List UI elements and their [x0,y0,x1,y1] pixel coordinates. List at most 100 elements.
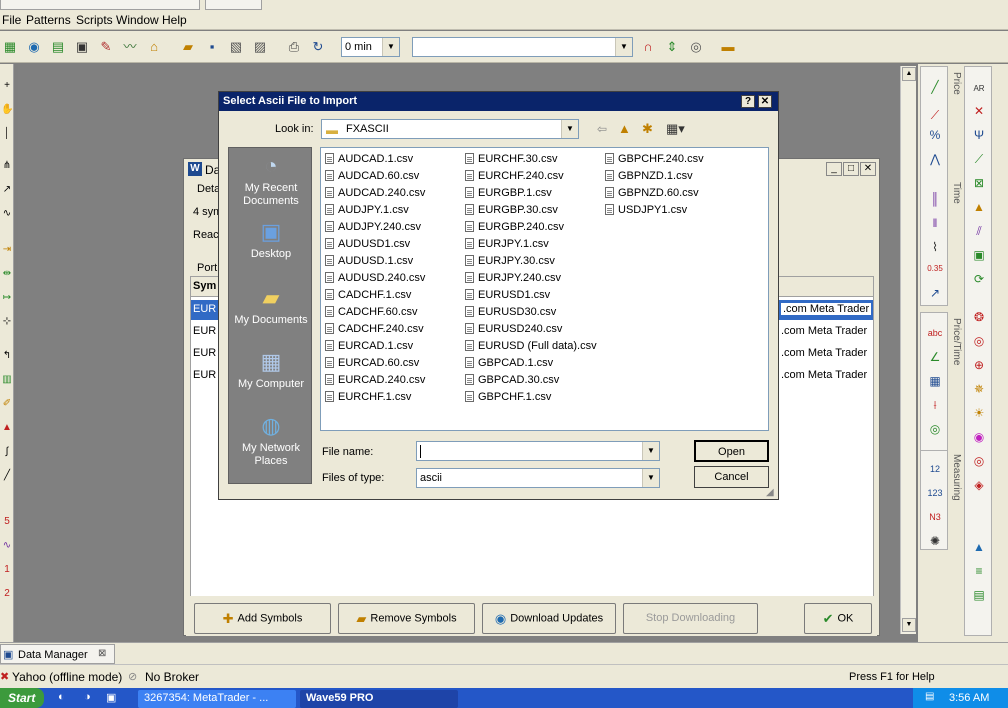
arrow-tool-icon[interactable]: ↦ [1,292,13,303]
menu-window[interactable]: Window [116,13,159,27]
pencil-icon[interactable]: ✐ [1,398,13,409]
tab-main[interactable] [0,0,200,10]
file-item[interactable]: EURCHF.240.csv [465,169,564,184]
ratio-icon[interactable]: 0.35 [926,260,944,278]
file-item[interactable]: EURUSD (Full data).csv [465,339,597,354]
file-type-select[interactable]: ascii ▼ [416,468,660,488]
file-item[interactable]: AUDCAD.240.csv [325,186,425,201]
print-preview-icon[interactable]: ▧ [228,39,244,55]
box-icon[interactable]: ▦ [926,372,944,390]
open-button[interactable]: Open [694,440,769,462]
vertical-arrows-icon[interactable]: ⇕ [664,39,680,55]
file-item[interactable]: CADCHF.240.csv [325,322,424,337]
cycle-lines-icon[interactable]: ⟳ [970,270,988,288]
chevron-down-icon[interactable]: ▼ [642,469,659,487]
minimize-icon[interactable]: _ [826,162,842,176]
menu-help[interactable]: Help [162,13,187,27]
workspace-scrollbar[interactable]: ▲ ▼ [900,66,916,634]
place-my-computer[interactable]: ▦ My Computer [229,348,313,391]
circle-cross-icon[interactable]: ⊕ [970,356,988,374]
symbol-select[interactable]: ▼ [412,37,633,57]
eye-icon[interactable]: ◎ [688,39,704,55]
one-icon[interactable]: 1 [1,564,13,575]
network-icon[interactable]: ✺ [926,532,944,550]
measure-123-icon[interactable]: 123 [926,484,944,502]
wave-icon[interactable]: 〰 [122,39,138,55]
file-item[interactable]: GBPCHF.240.csv [605,152,704,167]
file-name-input[interactable]: ▼ [416,441,660,461]
percent-icon[interactable]: % [926,126,944,144]
file-item[interactable]: USDJPY1.csv [605,203,687,218]
time-bars-icon[interactable]: ║ [926,190,944,208]
diamond-icon[interactable]: ◈ [970,476,988,494]
help-icon[interactable]: ? [741,95,755,108]
view-menu-icon[interactable]: ▦▾ [666,121,685,137]
file-item[interactable]: AUDJPY.240.csv [325,220,421,235]
tab-data-manager[interactable]: ▣ Data Manager ⊠ [0,644,115,664]
file-item[interactable]: EURJPY.240.csv [465,271,561,286]
triangle-icon[interactable]: ▲ [970,198,988,216]
file-item[interactable]: EURJPY.30.csv [465,254,555,269]
up-folder-icon[interactable]: ▲ [618,121,631,136]
home-icon[interactable]: ⌂ [146,39,162,55]
ie-icon[interactable]: ◐ [58,691,65,703]
file-item[interactable]: EURUSD1.csv [465,288,550,303]
look-in-select[interactable]: ▬ FXASCII ▼ [321,119,579,139]
file-item[interactable]: GBPCHF.1.csv [465,390,551,405]
cycle-icon[interactable]: ⌇ [926,238,944,256]
task-wave59[interactable]: Wave59 PRO [300,690,458,708]
cancel-button[interactable]: Cancel [694,466,769,488]
stack-icon[interactable]: ≡ [970,562,988,580]
gann-fan-icon[interactable]: ⟋ [970,150,988,168]
file-item[interactable]: GBPNZD.1.csv [605,169,693,184]
measure-12-icon[interactable]: 12 [926,460,944,478]
add-symbols-button[interactable]: ✚ Add Symbols [194,603,331,634]
pointer-icon[interactable]: ↰ [1,350,13,361]
file-item[interactable]: EURCAD.240.csv [325,373,425,388]
chevron-down-icon[interactable]: ▼ [615,38,632,56]
place-recent-documents[interactable]: ◔ My Recent Documents [229,152,313,208]
tab-chart[interactable] [205,0,262,10]
file-item[interactable]: GBPCAD.1.csv [465,356,553,371]
scroll-up-icon[interactable]: ▲ [902,67,916,81]
file-item[interactable]: AUDJPY.1.csv [325,203,409,218]
file-item[interactable]: AUDUSD.240.csv [325,271,425,286]
crosshair-icon[interactable]: + [1,80,13,91]
target-icon[interactable]: ◎ [970,332,988,350]
grid-tool-icon[interactable]: ⇹ [1,268,13,279]
browser-icon[interactable]: ◑ [84,691,91,703]
terminal-icon[interactable]: ▣ [74,39,90,55]
file-item[interactable]: EURCHF.1.csv [325,390,411,405]
maximize-icon[interactable]: □ [843,162,859,176]
file-item[interactable]: EURGBP.240.csv [465,220,564,235]
folder-icon[interactable]: ▬ [720,39,736,55]
up-arrow-icon[interactable]: ▲ [970,538,988,556]
new-chart-icon[interactable]: ▦ [2,39,18,55]
sun-icon[interactable]: ☀ [970,404,988,422]
line-tool-icon[interactable]: ╱ [926,78,944,96]
close-icon[interactable]: ⊠ [98,648,106,659]
chevron-down-icon[interactable]: ▼ [561,120,578,138]
file-item[interactable]: EURGBP.1.csv [465,186,552,201]
line-icon[interactable]: ╱ [1,470,13,481]
indicator-icon[interactable]: ✎ [98,39,114,55]
save-icon[interactable]: ▪ [204,39,220,55]
file-item[interactable]: EURUSD30.csv [465,305,556,320]
start-button[interactable]: Start [0,688,44,708]
ar-icon[interactable]: AR [970,80,988,98]
rings-icon[interactable]: ◉ [970,428,988,446]
timeframe-select[interactable]: 0 min ▼ [341,37,400,57]
remove-symbols-button[interactable]: ▰ Remove Symbols [338,603,475,634]
resize-grip-icon[interactable]: ◢ [766,487,774,498]
measure-n-icon[interactable]: N3 [926,508,944,526]
new-folder-icon[interactable]: ✱ [642,121,653,137]
file-item[interactable]: AUDCAD.1.csv [325,152,413,167]
bar-icon[interactable]: ▤ [970,586,988,604]
scroll-down-icon[interactable]: ▼ [902,618,916,632]
angle-icon[interactable]: ∠ [926,348,944,366]
wheel-icon[interactable]: ✵ [970,380,988,398]
close-icon[interactable]: ✕ [758,95,772,108]
file-item[interactable]: AUDUSD1.csv [325,237,410,252]
desktop-quick-icon[interactable]: ▣ [106,691,116,704]
ring-icon[interactable]: ◎ [970,452,988,470]
